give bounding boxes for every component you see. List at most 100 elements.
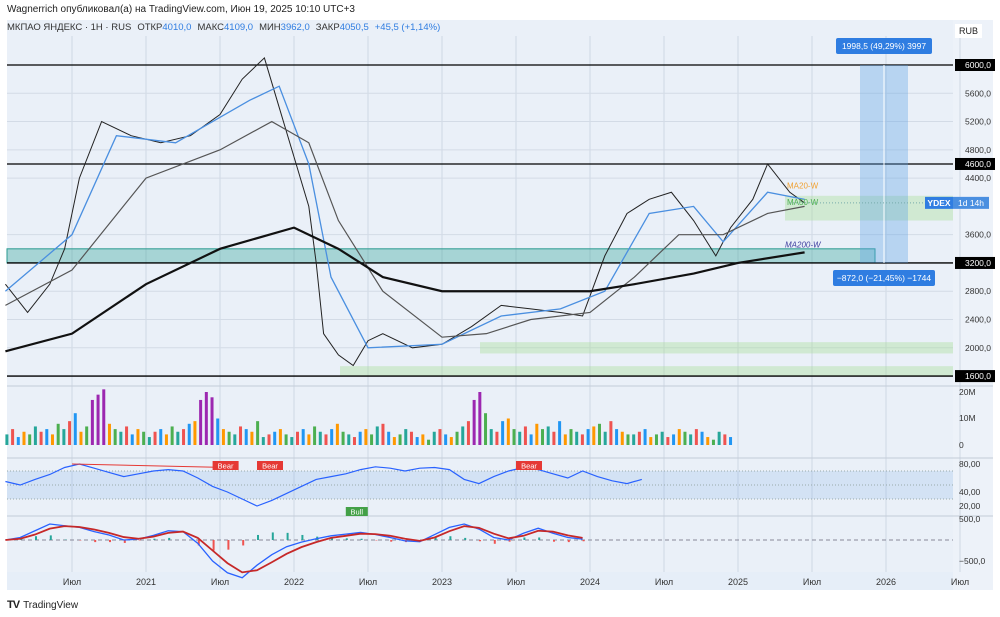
volume-bar	[56, 423, 60, 445]
volume-bar	[654, 434, 658, 445]
volume-bar	[535, 423, 539, 445]
volume-bar	[421, 434, 425, 445]
volume-bar	[729, 437, 733, 445]
volume-bar	[5, 434, 9, 445]
volume-bar	[512, 429, 516, 445]
volume-bar	[330, 429, 334, 445]
high-label: МАКС	[197, 22, 224, 33]
macd-histogram-bar	[286, 532, 289, 540]
time-tick-label: 2023	[432, 577, 452, 587]
macd-histogram-bar	[538, 537, 541, 540]
volume-bar	[256, 421, 260, 445]
volume-bar	[204, 392, 208, 445]
time-tick-label: 2024	[580, 577, 600, 587]
volume-bar	[438, 429, 442, 445]
volume-bar	[50, 434, 54, 445]
volume-bar	[523, 426, 527, 445]
close-label: ЗАКР	[315, 22, 340, 33]
macd-histogram-bar	[153, 538, 156, 540]
volume-bar	[107, 423, 111, 445]
volume-bar	[227, 431, 231, 445]
volume-bar	[580, 434, 584, 445]
bear-label: Bear	[262, 462, 278, 471]
volume-bar	[375, 426, 379, 445]
volume-bar	[295, 431, 299, 445]
change-value: +45,5 (+1,14%)	[374, 22, 441, 33]
time-tick-label: Июл	[63, 577, 81, 587]
volume-bar	[233, 434, 237, 445]
macd-histogram-bar	[212, 540, 215, 551]
symbol-name[interactable]: МКПАО ЯНДЕКС · 1Н · RUS	[7, 22, 131, 33]
price-tick-label: 4800,0	[965, 145, 991, 155]
volume-bar	[717, 431, 721, 445]
volume-bar	[28, 434, 32, 445]
ma200-label: MA200-W	[785, 240, 822, 249]
chart-canvas[interactable]: Июл 2021 Июл 2022 Июл 2023 Июл 2024 Июл 2025 Июл 20…	[0, 0, 1000, 617]
macd-histogram-bar	[479, 540, 481, 542]
volume-bar	[102, 389, 106, 445]
volume-bar	[147, 437, 151, 445]
volume-bar	[130, 434, 134, 445]
volume-bar	[324, 434, 328, 445]
volume-bar	[541, 429, 545, 445]
volume-bar	[290, 437, 294, 445]
time-tick-label: 2026	[876, 577, 896, 587]
volume-bar	[569, 429, 573, 445]
volume-bar	[381, 423, 385, 445]
time-tick-label: 2025	[728, 577, 748, 587]
macd-histogram-bar	[301, 534, 304, 540]
macd-histogram-bar	[523, 537, 526, 540]
time-tick-label: 2022	[284, 577, 304, 587]
macd-tick-label: 500,0	[959, 514, 981, 524]
volume-bar	[68, 421, 72, 445]
volume-bar	[592, 426, 596, 445]
volume-bar	[444, 434, 448, 445]
tradingview-logo-icon: TV	[7, 599, 20, 611]
price-tick-label: 4400,0	[965, 173, 991, 183]
volume-bar	[261, 437, 265, 445]
volume-bar	[153, 431, 157, 445]
volume-bar	[278, 429, 282, 445]
volume-bar	[210, 397, 214, 445]
time-tick-label: Июл	[507, 577, 525, 587]
macd-histogram-bar	[242, 540, 245, 546]
low-value: 3962,0	[280, 22, 310, 33]
price-tick-label: 6000,0	[965, 60, 991, 70]
volume-bar	[176, 431, 180, 445]
volume-bar	[136, 429, 140, 445]
volume-bar	[558, 421, 562, 445]
volume-bar	[615, 429, 619, 445]
volume-bar	[478, 392, 482, 445]
volume-bar	[489, 429, 493, 445]
volume-bar	[466, 421, 470, 445]
volume-bar	[546, 426, 550, 445]
price-tick-label: 3200,0	[965, 258, 991, 268]
volume-bar	[409, 431, 413, 445]
volume-bar	[370, 434, 374, 445]
price-tick-label: 5600,0	[965, 88, 991, 98]
time-tick-label: 2021	[136, 577, 156, 587]
time-tick-label: Июл	[655, 577, 673, 587]
time-tick-label: Июл	[951, 577, 969, 587]
volume-bar	[239, 426, 243, 445]
volume-bar	[22, 431, 26, 445]
volume-bar	[694, 429, 698, 445]
volume-bar	[649, 437, 653, 445]
volume-bar	[364, 429, 368, 445]
rsi-tick-label: 80,00	[959, 459, 981, 469]
volume-bar	[449, 437, 453, 445]
volume-bar	[586, 429, 590, 445]
volume-bar	[96, 394, 100, 445]
volume-bar	[506, 418, 510, 445]
macd-histogram-bar	[360, 538, 363, 540]
volume-bar	[33, 426, 37, 445]
close-value: 4050,5	[339, 22, 369, 33]
volume-bar	[16, 437, 20, 445]
volume-bar	[643, 429, 647, 445]
volume-bar	[677, 429, 681, 445]
volume-bar	[216, 418, 220, 445]
volume-bar	[250, 431, 254, 445]
volume-bar	[552, 431, 556, 445]
currency-label[interactable]: RUB	[955, 24, 983, 38]
macd-histogram-bar	[553, 540, 555, 542]
